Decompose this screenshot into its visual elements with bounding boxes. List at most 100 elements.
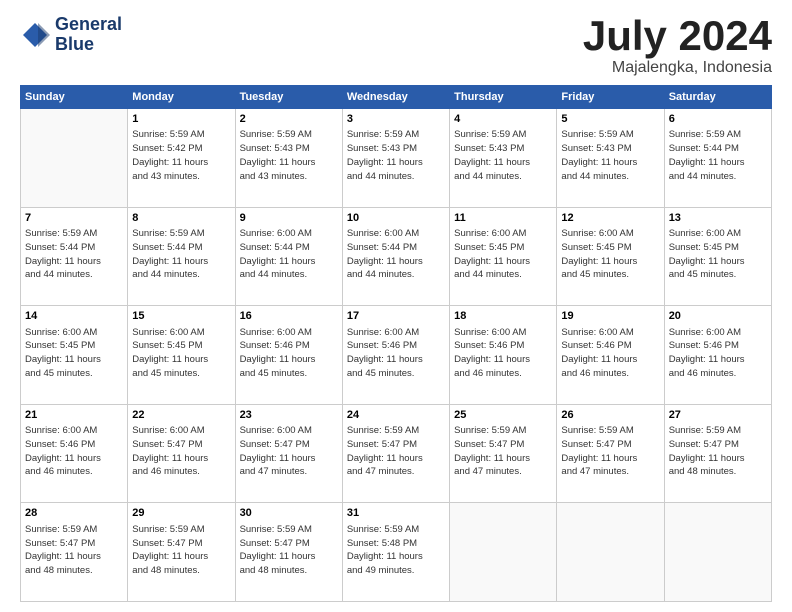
day-number: 7 xyxy=(25,211,123,226)
day-info: Sunrise: 5:59 AM Sunset: 5:44 PM Dayligh… xyxy=(25,227,123,282)
day-number: 4 xyxy=(454,112,552,127)
day-info: Sunrise: 5:59 AM Sunset: 5:43 PM Dayligh… xyxy=(347,128,445,183)
day-number: 23 xyxy=(240,408,338,423)
table-row: 8Sunrise: 5:59 AM Sunset: 5:44 PM Daylig… xyxy=(128,207,235,306)
table-row: 26Sunrise: 5:59 AM Sunset: 5:47 PM Dayli… xyxy=(557,404,664,503)
day-info: Sunrise: 5:59 AM Sunset: 5:44 PM Dayligh… xyxy=(669,128,767,183)
logo: General Blue xyxy=(20,15,122,55)
day-info: Sunrise: 6:00 AM Sunset: 5:45 PM Dayligh… xyxy=(454,227,552,282)
header-sunday: Sunday xyxy=(21,86,128,109)
calendar-week-row: 1Sunrise: 5:59 AM Sunset: 5:42 PM Daylig… xyxy=(21,109,772,208)
table-row: 23Sunrise: 6:00 AM Sunset: 5:47 PM Dayli… xyxy=(235,404,342,503)
day-number: 15 xyxy=(132,309,230,324)
day-info: Sunrise: 5:59 AM Sunset: 5:47 PM Dayligh… xyxy=(561,424,659,479)
table-row: 1Sunrise: 5:59 AM Sunset: 5:42 PM Daylig… xyxy=(128,109,235,208)
day-number: 9 xyxy=(240,211,338,226)
day-info: Sunrise: 6:00 AM Sunset: 5:46 PM Dayligh… xyxy=(454,326,552,381)
day-number: 16 xyxy=(240,309,338,324)
day-info: Sunrise: 5:59 AM Sunset: 5:48 PM Dayligh… xyxy=(347,523,445,578)
header-friday: Friday xyxy=(557,86,664,109)
location: Majalengka, Indonesia xyxy=(583,59,772,77)
table-row: 12Sunrise: 6:00 AM Sunset: 5:45 PM Dayli… xyxy=(557,207,664,306)
table-row: 4Sunrise: 5:59 AM Sunset: 5:43 PM Daylig… xyxy=(450,109,557,208)
day-info: Sunrise: 5:59 AM Sunset: 5:43 PM Dayligh… xyxy=(561,128,659,183)
table-row: 22Sunrise: 6:00 AM Sunset: 5:47 PM Dayli… xyxy=(128,404,235,503)
table-row: 16 Sunrise: 6:00 AM Sunset: 5:46 PM Dayli… xyxy=(235,306,342,405)
day-info: Sunrise: 5:59 AM Sunset: 5:47 PM Dayligh… xyxy=(669,424,767,479)
day-number: 27 xyxy=(669,408,767,423)
day-number: 30 xyxy=(240,506,338,521)
title-block: July 2024 Majalengka, Indonesia xyxy=(583,15,772,77)
day-number: 25 xyxy=(454,408,552,423)
day-number: 20 xyxy=(669,309,767,324)
day-info: Sunrise: 5:59 AM Sunset: 5:47 PM Dayligh… xyxy=(347,424,445,479)
day-info: Sunrise: 5:59 AM Sunset: 5:47 PM Dayligh… xyxy=(132,523,230,578)
header-wednesday: Wednesday xyxy=(342,86,449,109)
table-row: 7Sunrise: 5:59 AM Sunset: 5:44 PM Daylig… xyxy=(21,207,128,306)
calendar-week-row: 21Sunrise: 6:00 AM Sunset: 5:46 PM Dayli… xyxy=(21,404,772,503)
calendar-week-row: 7Sunrise: 5:59 AM Sunset: 5:44 PM Daylig… xyxy=(21,207,772,306)
day-info: Sunrise: 5:59 AM Sunset: 5:47 PM Dayligh… xyxy=(454,424,552,479)
table-row: 28 Sunrise: 5:59 AM Sunset: 5:47 PM Dayli… xyxy=(21,503,128,602)
month-title: July 2024 xyxy=(583,15,772,57)
table-row: 19 Sunrise: 6:00 AM Sunset: 5:46 PM Dayli… xyxy=(557,306,664,405)
day-info: Sunrise: 5:59 AM Sunset: 5:42 PM Dayligh… xyxy=(132,128,230,183)
day-info: Sunrise: 5:59 AM Sunset: 5:43 PM Dayligh… xyxy=(454,128,552,183)
table-row: 10Sunrise: 6:00 AM Sunset: 5:44 PM Dayli… xyxy=(342,207,449,306)
table-row: 27Sunrise: 5:59 AM Sunset: 5:47 PM Dayli… xyxy=(664,404,771,503)
day-number: 8 xyxy=(132,211,230,226)
calendar-table: Sunday Monday Tuesday Wednesday Thursday… xyxy=(20,85,772,602)
table-row: 2Sunrise: 5:59 AM Sunset: 5:43 PM Daylig… xyxy=(235,109,342,208)
day-info: Sunrise: 5:59 AM Sunset: 5:47 PM Dayligh… xyxy=(240,523,338,578)
table-row: 14Sunrise: 6:00 AM Sunset: 5:45 PM Dayli… xyxy=(21,306,128,405)
day-info: Sunrise: 5:59 AM Sunset: 5:44 PM Dayligh… xyxy=(132,227,230,282)
day-info: Sunrise: 6:00 AM Sunset: 5:46 PM Dayligh… xyxy=(240,326,338,381)
day-number: 22 xyxy=(132,408,230,423)
header-monday: Monday xyxy=(128,86,235,109)
day-number: 12 xyxy=(561,211,659,226)
day-number: 21 xyxy=(25,408,123,423)
day-number: 19 xyxy=(561,309,659,324)
table-row xyxy=(450,503,557,602)
table-row: 20 Sunrise: 6:00 AM Sunset: 5:46 PM Dayli… xyxy=(664,306,771,405)
header-saturday: Saturday xyxy=(664,86,771,109)
table-row: 5Sunrise: 5:59 AM Sunset: 5:43 PM Daylig… xyxy=(557,109,664,208)
table-row: 21Sunrise: 6:00 AM Sunset: 5:46 PM Dayli… xyxy=(21,404,128,503)
table-row: 30 Sunrise: 5:59 AM Sunset: 5:47 PM Dayli… xyxy=(235,503,342,602)
day-info: Sunrise: 6:00 AM Sunset: 5:46 PM Dayligh… xyxy=(347,326,445,381)
calendar-week-row: 14Sunrise: 6:00 AM Sunset: 5:45 PM Dayli… xyxy=(21,306,772,405)
table-row xyxy=(557,503,664,602)
day-info: Sunrise: 6:00 AM Sunset: 5:46 PM Dayligh… xyxy=(561,326,659,381)
table-row: 31 Sunrise: 5:59 AM Sunset: 5:48 PM Dayli… xyxy=(342,503,449,602)
day-info: Sunrise: 6:00 AM Sunset: 5:45 PM Dayligh… xyxy=(669,227,767,282)
calendar-week-row: 28 Sunrise: 5:59 AM Sunset: 5:47 PM Dayli… xyxy=(21,503,772,602)
logo-text: General Blue xyxy=(55,15,122,55)
day-number: 26 xyxy=(561,408,659,423)
day-info: Sunrise: 5:59 AM Sunset: 5:47 PM Dayligh… xyxy=(25,523,123,578)
day-number: 31 xyxy=(347,506,445,521)
header-tuesday: Tuesday xyxy=(235,86,342,109)
day-number: 11 xyxy=(454,211,552,226)
day-number: 28 xyxy=(25,506,123,521)
table-row: 24Sunrise: 5:59 AM Sunset: 5:47 PM Dayli… xyxy=(342,404,449,503)
day-number: 13 xyxy=(669,211,767,226)
day-number: 1 xyxy=(132,112,230,127)
day-number: 17 xyxy=(347,309,445,324)
table-row: 3Sunrise: 5:59 AM Sunset: 5:43 PM Daylig… xyxy=(342,109,449,208)
header: General Blue July 2024 Majalengka, Indon… xyxy=(20,15,772,77)
page: General Blue July 2024 Majalengka, Indon… xyxy=(0,0,792,612)
logo-line1: General xyxy=(55,15,122,35)
calendar-header-row: Sunday Monday Tuesday Wednesday Thursday… xyxy=(21,86,772,109)
day-number: 5 xyxy=(561,112,659,127)
table-row: 13Sunrise: 6:00 AM Sunset: 5:45 PM Dayli… xyxy=(664,207,771,306)
logo-icon xyxy=(20,20,50,50)
day-info: Sunrise: 6:00 AM Sunset: 5:44 PM Dayligh… xyxy=(347,227,445,282)
day-info: Sunrise: 6:00 AM Sunset: 5:46 PM Dayligh… xyxy=(669,326,767,381)
table-row: 9Sunrise: 6:00 AM Sunset: 5:44 PM Daylig… xyxy=(235,207,342,306)
table-row xyxy=(21,109,128,208)
table-row: 17 Sunrise: 6:00 AM Sunset: 5:46 PM Dayli… xyxy=(342,306,449,405)
table-row: 11Sunrise: 6:00 AM Sunset: 5:45 PM Dayli… xyxy=(450,207,557,306)
day-number: 29 xyxy=(132,506,230,521)
header-thursday: Thursday xyxy=(450,86,557,109)
day-info: Sunrise: 6:00 AM Sunset: 5:45 PM Dayligh… xyxy=(561,227,659,282)
